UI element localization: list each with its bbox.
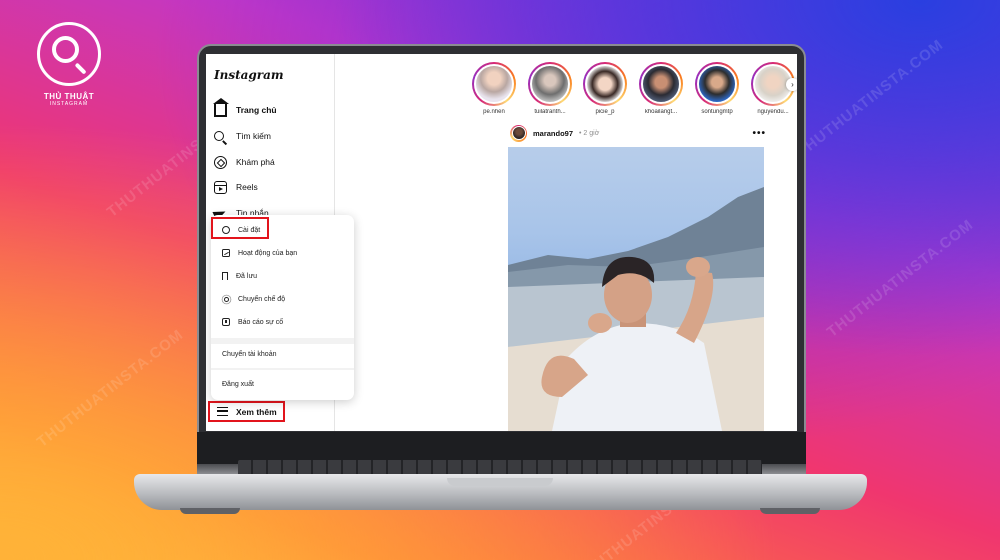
story-item[interactable]: khoailangt... <box>637 62 685 115</box>
more-options-icon[interactable]: ••• <box>752 128 766 139</box>
menu-item-label: Chuyển chế độ <box>238 295 286 303</box>
laptop-foot <box>760 508 820 514</box>
story-item[interactable]: tuilatranth... <box>526 62 574 115</box>
menu-item-activity[interactable]: Hoạt động của bạn <box>211 244 354 262</box>
bookmark-icon <box>222 272 228 280</box>
chevron-right-icon[interactable]: › <box>786 78 797 91</box>
menu-divider <box>211 338 354 344</box>
instagram-screen: Instagram Trang chủ Tìm kiếm Khám phá Re… <box>206 54 797 431</box>
story-username: khoailangt... <box>644 109 678 115</box>
avatar <box>474 64 514 104</box>
sidebar-item-label: Reels <box>236 182 258 192</box>
instagram-logo[interactable]: Instagram <box>214 68 284 82</box>
highlight-box <box>211 217 269 239</box>
watermark: THUTHUATINSTA.COM <box>33 326 187 451</box>
post-username[interactable]: marando97 <box>533 129 573 138</box>
sidebar-item-label: Trang chủ <box>236 105 277 115</box>
menu-item-switch-account[interactable]: Chuyển tài khoản <box>222 351 276 358</box>
avatar <box>530 64 570 104</box>
avatar <box>641 64 681 104</box>
sidebar-item-explore[interactable]: Khám phá <box>214 154 275 170</box>
compass-icon <box>214 155 227 169</box>
post-header: marando97 • 2 giờ ••• <box>510 124 766 142</box>
story-username: picie_p <box>595 109 615 115</box>
post-photo <box>508 187 764 431</box>
more-button[interactable]: Xem thêm <box>208 401 285 422</box>
sidebar-item-label: Khám phá <box>236 157 275 167</box>
story-username: pe.nhen <box>483 109 505 115</box>
menu-item-label: Đã lưu <box>236 272 258 280</box>
search-icon <box>214 131 224 141</box>
more-menu: Cài đặt Hoạt động của bạn Đã lưu Chuyển … <box>211 215 354 400</box>
menu-item-saved[interactable]: Đã lưu <box>211 267 354 285</box>
report-icon <box>222 318 230 326</box>
story-item[interactable]: sontungmtp <box>693 62 741 115</box>
menu-item-report[interactable]: Báo cáo sự cố <box>211 313 354 331</box>
laptop-foot <box>180 508 240 514</box>
watermark: THUTHUATINSTA.COM <box>793 36 947 161</box>
avatar <box>697 64 737 104</box>
menu-item-switch-mode[interactable]: Chuyển chế độ <box>211 290 354 308</box>
avatar <box>585 64 625 104</box>
sidebar-item-label: Tìm kiếm <box>236 131 271 141</box>
story-item[interactable]: picie_p <box>581 62 629 115</box>
story-username: nguyendu... <box>757 109 789 115</box>
sidebar-item-home[interactable]: Trang chủ <box>213 97 277 118</box>
post-avatar[interactable] <box>510 124 527 142</box>
sun-icon <box>223 296 229 302</box>
brand-subtitle: INSTAGRAM <box>49 101 89 107</box>
story-username: tuilatranth... <box>534 109 566 115</box>
menu-item-label: Hoạt động của bạn <box>238 249 298 257</box>
menu-item-logout[interactable]: Đăng xuất <box>222 381 254 388</box>
laptop-notch <box>447 478 553 486</box>
post-timestamp: • 2 giờ <box>579 129 600 137</box>
menu-divider <box>211 368 354 370</box>
story-username: sontungmtp <box>701 109 733 115</box>
sidebar-item-reels[interactable]: Reels <box>214 179 258 195</box>
brand-badge: THỦ THUẬT INSTAGRAM <box>33 22 105 107</box>
activity-icon <box>222 249 230 257</box>
more-button-label: Xem thêm <box>236 406 277 417</box>
magnifier-icon <box>37 22 101 86</box>
menu-item-label: Báo cáo sự cố <box>238 318 284 326</box>
reels-icon <box>214 180 227 194</box>
sidebar-item-search[interactable]: Tìm kiếm <box>214 128 271 144</box>
menu-icon <box>217 407 228 416</box>
brand-name: THỦ THUẬT <box>43 92 95 101</box>
story-item[interactable]: pe.nhen <box>470 62 518 115</box>
watermark: THUTHUATINSTA.COM <box>823 216 977 341</box>
post-image[interactable] <box>508 147 764 431</box>
home-icon <box>213 97 229 117</box>
